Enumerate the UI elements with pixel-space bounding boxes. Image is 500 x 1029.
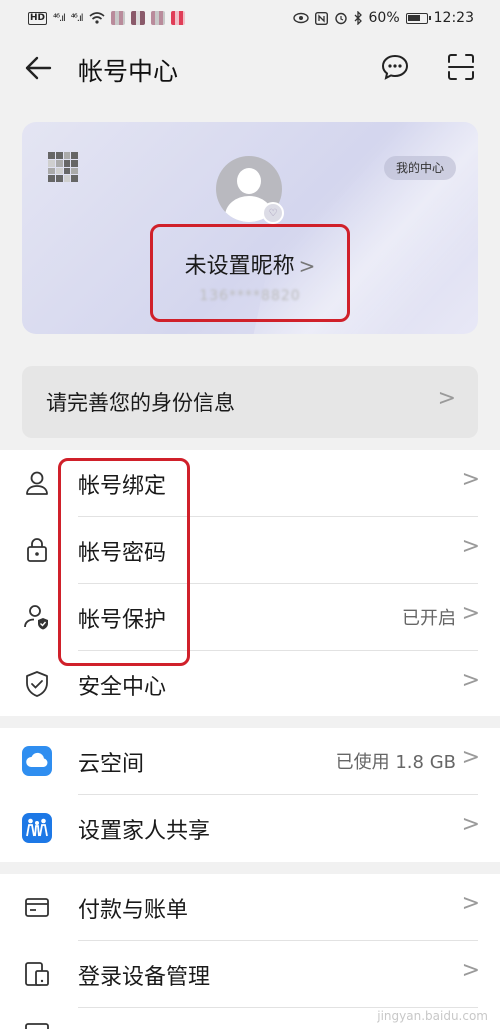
clock: 12:23 xyxy=(433,10,474,26)
row-label: 设置家人共享 xyxy=(78,819,211,844)
identity-info-label: 请完善您的身份信息 xyxy=(46,391,235,415)
bluetooth-icon xyxy=(354,11,362,25)
row-label: 帐号绑定 xyxy=(78,474,167,499)
account-password-row[interactable]: 帐号密码 > xyxy=(0,517,500,584)
row-label: 安全中心 xyxy=(78,675,167,700)
person-icon xyxy=(26,471,48,495)
heart-badge-icon: ♡ xyxy=(262,202,284,224)
row-label: 登录设备管理 xyxy=(78,965,211,990)
cloud-group: 云空间 已使用 1.8 GB > 设置家人共享 > xyxy=(0,728,500,862)
alarm-icon xyxy=(334,12,347,25)
nfc-icon xyxy=(314,11,328,25)
payments-billing-row[interactable]: 付款与账单 > xyxy=(0,874,500,941)
notification-icon xyxy=(170,11,185,25)
person-shield-icon xyxy=(24,605,48,630)
nickname-label: 未设置昵称 xyxy=(184,254,295,279)
row-value: 已使用 1.8 GB xyxy=(335,752,456,773)
notification-icon xyxy=(150,11,165,25)
partial-row-icon xyxy=(25,1023,49,1029)
security-center-row[interactable]: 安全中心 > xyxy=(0,651,500,718)
status-bar: HD ⁴⁶.ıl ⁴⁶.ıl 60% 12:23 xyxy=(0,0,500,36)
notification-icon xyxy=(130,11,145,25)
family-icon xyxy=(22,813,52,843)
row-label: 云空间 xyxy=(78,752,145,777)
app-header: 帐号中心 xyxy=(0,36,500,100)
family-sharing-row[interactable]: 设置家人共享 > xyxy=(0,795,500,862)
page-title: 帐号中心 xyxy=(78,57,179,86)
cloud-icon xyxy=(22,746,52,776)
back-arrow-icon[interactable] xyxy=(24,54,52,82)
identity-info-banner[interactable]: 请完善您的身份信息 > xyxy=(22,366,478,438)
watermark: jingyan.baidu.com xyxy=(377,1009,488,1023)
battery-icon xyxy=(405,12,431,24)
signal-1-icon: ⁴⁶.ıl xyxy=(53,12,66,24)
chevron-right-icon: > xyxy=(461,812,480,837)
device-management-row[interactable]: 登录设备管理 > xyxy=(0,941,500,1008)
profile-card: 我的中心 ♡ 未设置昵称 > 136****8820 xyxy=(22,122,478,334)
cloud-space-row[interactable]: 云空间 已使用 1.8 GB > xyxy=(0,728,500,795)
chevron-right-icon: > xyxy=(461,534,480,559)
chevron-right-icon: > xyxy=(298,254,316,278)
chevron-right-icon: > xyxy=(461,467,480,492)
devices-icon xyxy=(25,962,49,986)
phone-number: 136****8820 xyxy=(199,288,301,304)
account-settings-group: 帐号绑定 > 帐号密码 > 帐号保护 已开启 > 安全中心 > xyxy=(0,450,500,716)
row-value: 已开启 xyxy=(402,608,456,629)
payment-devices-group: 付款与账单 > 登录设备管理 > xyxy=(0,874,500,1029)
chevron-right-icon: > xyxy=(461,891,480,916)
eye-comfort-icon xyxy=(292,12,309,24)
chevron-right-icon: > xyxy=(461,745,480,770)
qr-code-icon[interactable] xyxy=(48,152,78,182)
scan-icon[interactable] xyxy=(446,52,476,82)
row-label: 帐号保护 xyxy=(78,608,167,633)
account-protection-row[interactable]: 帐号保护 已开启 > xyxy=(0,584,500,651)
chevron-right-icon: > xyxy=(437,386,456,411)
signal-2-icon: ⁴⁶.ıl xyxy=(70,12,84,24)
shield-check-icon xyxy=(26,671,48,697)
chevron-right-icon: > xyxy=(461,601,480,626)
card-icon xyxy=(25,898,49,917)
my-center-button[interactable]: 我的中心 xyxy=(383,156,456,180)
wifi-icon xyxy=(89,12,105,24)
notification-icon xyxy=(110,11,125,25)
battery-percent: 60% xyxy=(368,10,400,26)
row-label: 帐号密码 xyxy=(78,541,167,566)
hd-indicator: HD xyxy=(28,11,48,25)
message-icon[interactable] xyxy=(380,52,410,82)
row-label: 付款与账单 xyxy=(78,898,189,923)
chevron-right-icon: > xyxy=(461,668,480,693)
nickname-link[interactable]: 未设置昵称 > xyxy=(22,248,478,280)
chevron-right-icon: > xyxy=(461,958,480,983)
lock-icon xyxy=(27,538,47,562)
account-binding-row[interactable]: 帐号绑定 > xyxy=(0,450,500,517)
